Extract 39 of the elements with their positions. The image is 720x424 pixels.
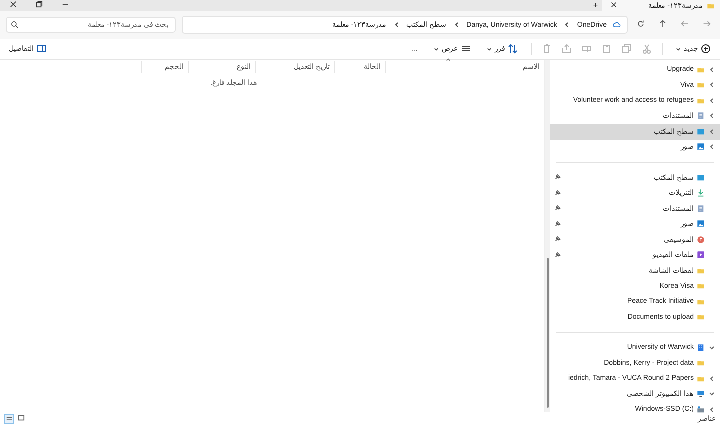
documents-icon bbox=[697, 112, 705, 120]
caret-icon bbox=[487, 46, 492, 52]
plus-icon bbox=[701, 44, 711, 54]
documents-icon bbox=[697, 204, 705, 213]
chevron-icon[interactable] bbox=[708, 374, 716, 383]
chevron-icon[interactable] bbox=[708, 143, 716, 152]
chevron-icon[interactable] bbox=[708, 406, 716, 414]
pc-icon bbox=[697, 390, 705, 398]
new-tab-button[interactable]: + bbox=[589, 0, 602, 11]
chevron-icon[interactable] bbox=[452, 21, 461, 29]
sort-caret-icon bbox=[446, 58, 451, 62]
details-view-icon[interactable] bbox=[4, 414, 14, 424]
music-icon bbox=[697, 236, 705, 244]
chevron-icon[interactable] bbox=[708, 344, 716, 352]
downloads-icon bbox=[697, 189, 705, 198]
building-icon bbox=[697, 344, 705, 352]
chevron-icon[interactable] bbox=[708, 112, 716, 120]
scrollbar-thumb[interactable] bbox=[546, 258, 548, 408]
chevron-icon[interactable] bbox=[708, 66, 716, 74]
list-icon bbox=[461, 44, 471, 54]
caret-icon bbox=[676, 46, 681, 52]
desktop-icon bbox=[697, 128, 705, 136]
pictures-icon bbox=[697, 220, 705, 228]
panel-icon bbox=[37, 44, 47, 54]
cloud-icon bbox=[613, 21, 621, 29]
caret-icon bbox=[434, 46, 439, 52]
tiles-view-icon[interactable] bbox=[16, 414, 26, 424]
drive-icon bbox=[697, 406, 705, 414]
chevron-icon[interactable] bbox=[392, 21, 401, 29]
videos-icon bbox=[697, 251, 705, 260]
chevron-icon[interactable] bbox=[708, 81, 716, 90]
chevron-icon[interactable] bbox=[708, 390, 716, 398]
search-icon bbox=[11, 21, 19, 29]
desktop-icon bbox=[697, 174, 705, 182]
sort-icon bbox=[508, 44, 518, 54]
chevron-icon[interactable] bbox=[708, 128, 716, 136]
pictures-icon bbox=[697, 143, 705, 152]
chevron-icon[interactable] bbox=[563, 21, 572, 29]
chevron-icon[interactable] bbox=[708, 96, 716, 105]
